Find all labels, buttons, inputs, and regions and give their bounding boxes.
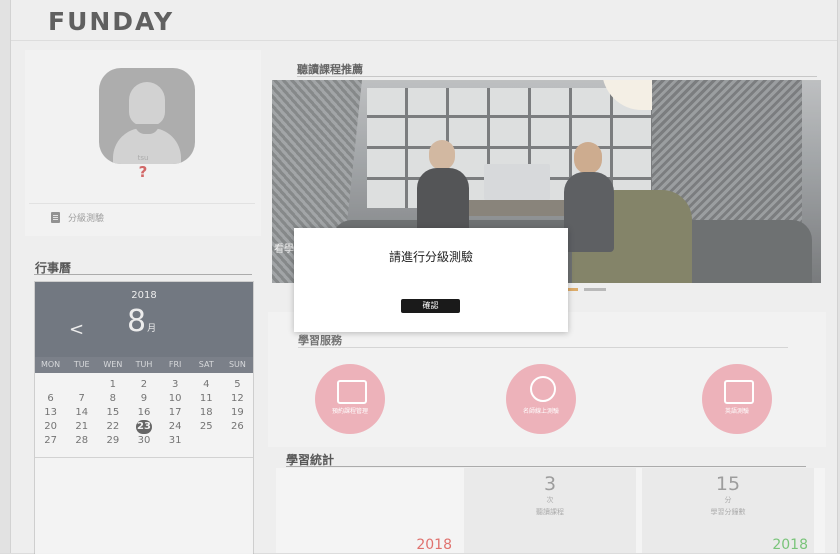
confirm-button[interactable]: 確認 (401, 299, 460, 313)
placement-test-modal: 請進行分級測驗 確認 (294, 228, 568, 332)
modal-message: 請進行分級測驗 (388, 250, 473, 264)
